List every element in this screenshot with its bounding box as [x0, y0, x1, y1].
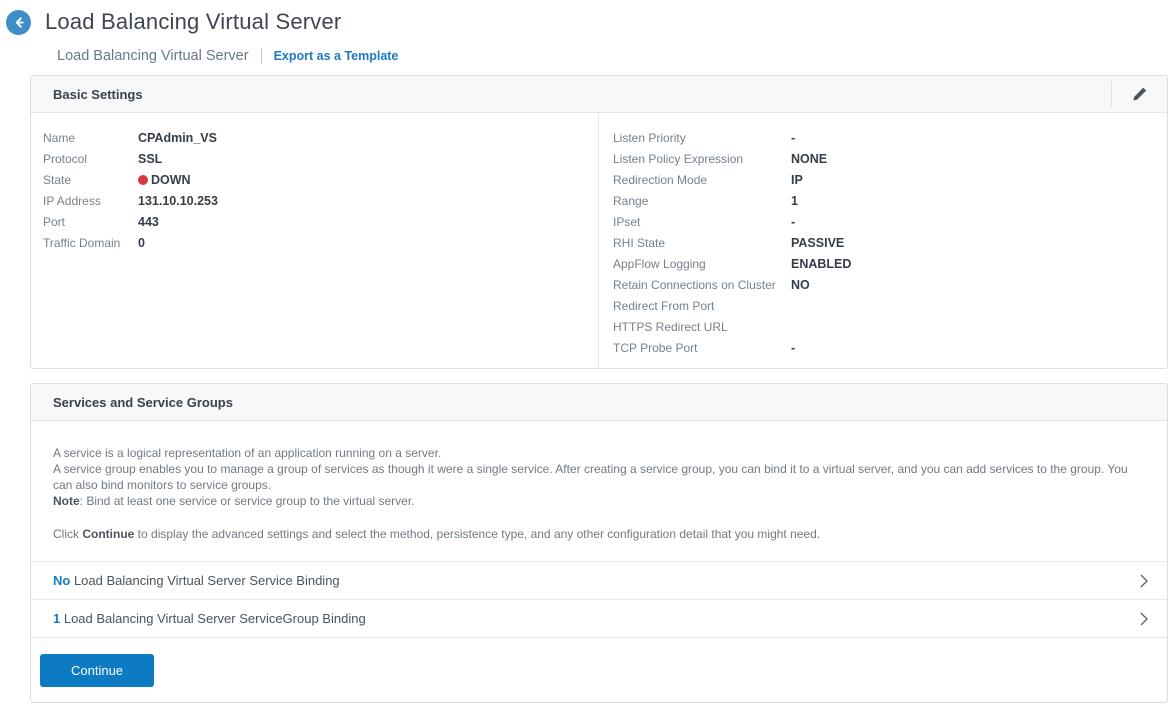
field-https-redirect-url: HTTPS Redirect URL: [613, 316, 1167, 337]
basic-settings-left-column: Name CPAdmin_VS Protocol SSL State DOWN …: [31, 113, 599, 368]
edit-basic-settings-button[interactable]: [1127, 81, 1153, 107]
field-range: Range 1: [613, 190, 1167, 211]
services-title: Services and Service Groups: [53, 395, 233, 410]
header-divider: [1111, 81, 1112, 107]
service-binding-count: No: [53, 573, 70, 588]
page-title: Load Balancing Virtual Server: [45, 9, 341, 35]
field-ip-address: IP Address 131.10.10.253: [43, 190, 598, 211]
field-ipset: IPset -: [613, 211, 1167, 232]
field-listen-priority: Listen Priority -: [613, 127, 1167, 148]
servicegroup-binding-label: Load Balancing Virtual Server ServiceGro…: [60, 611, 365, 626]
services-header: Services and Service Groups: [31, 384, 1167, 421]
subnav-tab-lb-virtual-server[interactable]: Load Balancing Virtual Server: [57, 48, 249, 64]
subnav: Load Balancing Virtual Server Export as …: [57, 48, 1176, 64]
field-tcp-probe-port: TCP Probe Port -: [613, 337, 1167, 358]
field-protocol: Protocol SSL: [43, 148, 598, 169]
subnav-divider: [261, 48, 262, 64]
state-value: DOWN: [138, 173, 191, 187]
basic-settings-title: Basic Settings: [53, 87, 143, 102]
field-redirection-mode: Redirection Mode IP: [613, 169, 1167, 190]
continue-hint: Click Continue to display the advanced s…: [31, 509, 1167, 561]
field-state: State DOWN: [43, 169, 598, 190]
servicegroup-binding-row[interactable]: 1 Load Balancing Virtual Server ServiceG…: [31, 599, 1167, 637]
service-binding-label: Load Balancing Virtual Server Service Bi…: [70, 573, 339, 588]
services-desc-line1: A service is a logical representation of…: [53, 445, 1143, 461]
basic-settings-body: Name CPAdmin_VS Protocol SSL State DOWN …: [31, 113, 1167, 368]
services-desc-line2: A service group enables you to manage a …: [53, 461, 1143, 493]
services-description: A service is a logical representation of…: [31, 421, 1167, 509]
basic-settings-right-column: Listen Priority - Listen Policy Expressi…: [599, 113, 1167, 368]
arrow-left-icon: [11, 15, 26, 30]
field-rhi-state: RHI State PASSIVE: [613, 232, 1167, 253]
basic-settings-header: Basic Settings: [31, 76, 1167, 113]
basic-settings-panel: Basic Settings Name CPAdmin_VS Protocol …: [30, 75, 1168, 369]
field-listen-policy-expression: Listen Policy Expression NONE: [613, 148, 1167, 169]
chevron-right-icon: [1139, 573, 1149, 589]
service-binding-row[interactable]: No Load Balancing Virtual Server Service…: [31, 561, 1167, 599]
field-name: Name CPAdmin_VS: [43, 127, 598, 148]
services-note: Note: Bind at least one service or servi…: [53, 493, 1143, 509]
page-header: Load Balancing Virtual Server: [0, 0, 1176, 35]
continue-button-row: Continue: [31, 637, 1167, 702]
field-redirect-from-port: Redirect From Port: [613, 295, 1167, 316]
chevron-right-icon: [1139, 611, 1149, 627]
field-appflow-logging: AppFlow Logging ENABLED: [613, 253, 1167, 274]
services-panel: Services and Service Groups A service is…: [30, 383, 1168, 703]
field-traffic-domain: Traffic Domain 0: [43, 232, 598, 253]
field-retain-connections-on-cluster: Retain Connections on Cluster NO: [613, 274, 1167, 295]
pencil-icon: [1132, 86, 1148, 102]
continue-button[interactable]: Continue: [40, 654, 154, 687]
field-port: Port 443: [43, 211, 598, 232]
back-button[interactable]: [6, 10, 31, 35]
export-as-template-link[interactable]: Export as a Template: [274, 49, 399, 63]
state-down-dot-icon: [138, 175, 148, 185]
